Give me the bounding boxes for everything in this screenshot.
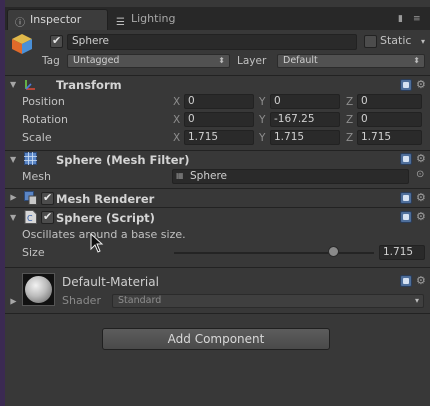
separator (5, 75, 430, 76)
transform-axes-icon (25, 80, 35, 90)
y-axis-label: Y (259, 114, 266, 126)
rotation-y-field[interactable]: -167.25 (270, 112, 340, 127)
mesh-object-value: Sphere (190, 170, 227, 182)
object-picker-icon[interactable]: ⊙ (416, 169, 424, 180)
static-label: Static (380, 34, 412, 47)
tab-menu-icon[interactable]: ≡ (413, 14, 421, 24)
script-title: Sphere (Script) (56, 211, 155, 225)
mesh-renderer-title: Mesh Renderer (56, 192, 155, 206)
mesh-renderer-icon (24, 191, 37, 205)
shader-label: Shader (62, 294, 101, 307)
z-axis-label: Z (346, 132, 354, 144)
foldout-arrow-icon[interactable]: ▼ (10, 155, 16, 164)
rotation-label: Rotation (22, 113, 69, 126)
position-z-field[interactable]: 0 (357, 94, 422, 109)
shader-dropdown-value: Standard (118, 295, 162, 306)
transform-title: Transform (56, 78, 122, 92)
position-x-field[interactable]: 0 (184, 94, 254, 109)
help-book-icon[interactable] (400, 153, 412, 165)
y-axis-label: Y (259, 96, 266, 108)
rotation-z-field[interactable]: 0 (357, 112, 422, 127)
svg-text:C: C (27, 214, 33, 223)
mesh-object-field[interactable]: Sphere (172, 169, 409, 184)
x-axis-label: X (173, 132, 181, 144)
gameobject-active-checkbox[interactable] (50, 34, 63, 48)
help-book-icon[interactable] (400, 211, 412, 223)
x-axis-label: X (173, 114, 181, 126)
mesh-grid-icon: ▦ (176, 171, 184, 180)
mesh-renderer-enabled-checkbox[interactable] (41, 191, 54, 205)
foldout-arrow-icon[interactable]: ▼ (9, 194, 18, 200)
y-axis-label: Y (259, 132, 266, 144)
layer-dropdown[interactable]: Default ⬍ (277, 54, 425, 68)
chevron-down-icon: ⬍ (218, 56, 225, 65)
gameobject-cube-icon (12, 34, 32, 54)
size-slider-track[interactable] (174, 252, 374, 254)
scale-z-field[interactable]: 1.715 (357, 130, 422, 145)
z-axis-label: Z (346, 96, 354, 108)
static-dropdown-arrow[interactable]: ▾ (413, 36, 425, 50)
help-book-icon[interactable] (400, 275, 412, 287)
gear-icon[interactable]: ⚙ (416, 152, 426, 165)
scale-label: Scale (22, 131, 52, 144)
script-enabled-checkbox[interactable] (41, 210, 54, 224)
foldout-arrow-icon[interactable]: ▼ (10, 80, 16, 89)
gear-icon[interactable]: ⚙ (416, 210, 426, 223)
mesh-filter-title: Sphere (Mesh Filter) (56, 153, 190, 167)
layer-label: Layer (237, 55, 267, 67)
separator (5, 313, 430, 314)
tab-inspector[interactable]: ⓘ Inspector (7, 9, 108, 30)
scale-x-field[interactable]: 1.715 (184, 130, 254, 145)
chevron-down-icon: ▾ (414, 296, 419, 305)
gear-icon[interactable]: ⚙ (416, 191, 426, 204)
scale-y-field[interactable]: 1.715 (270, 130, 340, 145)
add-component-button[interactable]: Add Component (102, 328, 330, 350)
size-value-field[interactable]: 1.715 (379, 245, 425, 260)
material-preview (22, 273, 55, 306)
sphere-preview-icon (25, 276, 52, 303)
x-axis-label: X (173, 96, 181, 108)
position-y-field[interactable]: 0 (270, 94, 340, 109)
help-book-icon[interactable] (400, 192, 412, 204)
material-name: Default-Material (62, 275, 159, 289)
gameobject-name-input[interactable]: Sphere (67, 34, 357, 50)
size-label: Size (22, 246, 45, 259)
tab-lighting-label: Lighting (131, 12, 176, 25)
script-file-icon: C (24, 210, 37, 224)
static-checkbox[interactable] (364, 35, 377, 48)
foldout-arrow-icon[interactable]: ▼ (10, 213, 16, 222)
position-label: Position (22, 95, 65, 108)
foldout-arrow-icon[interactable]: ▼ (9, 298, 18, 304)
tab-bar: ⓘ Inspector ☰ Lighting ▮ ≡ (5, 7, 430, 30)
mesh-label: Mesh (22, 170, 51, 183)
layer-dropdown-value: Default (283, 55, 318, 66)
tag-dropdown[interactable]: Untagged ⬍ (67, 54, 230, 68)
mouse-cursor-icon (90, 233, 104, 253)
separator (5, 188, 430, 189)
gear-icon[interactable]: ⚙ (416, 274, 426, 287)
mesh-grid-icon (24, 152, 37, 165)
help-book-icon[interactable] (400, 79, 412, 91)
tab-lighting[interactable]: ☰ Lighting (109, 9, 207, 30)
chevron-down-icon: ⬍ (413, 56, 420, 65)
tab-inspector-label: Inspector (30, 13, 82, 26)
tag-dropdown-value: Untagged (73, 55, 120, 66)
separator (5, 267, 430, 268)
size-slider-thumb[interactable] (328, 246, 339, 257)
tag-label: Tag (42, 55, 60, 67)
lock-icon[interactable]: ▮ (398, 14, 403, 24)
gear-icon[interactable]: ⚙ (416, 78, 426, 91)
rotation-x-field[interactable]: 0 (184, 112, 254, 127)
separator (5, 207, 430, 208)
shader-dropdown[interactable]: Standard ▾ (112, 294, 424, 308)
z-axis-label: Z (346, 114, 354, 126)
